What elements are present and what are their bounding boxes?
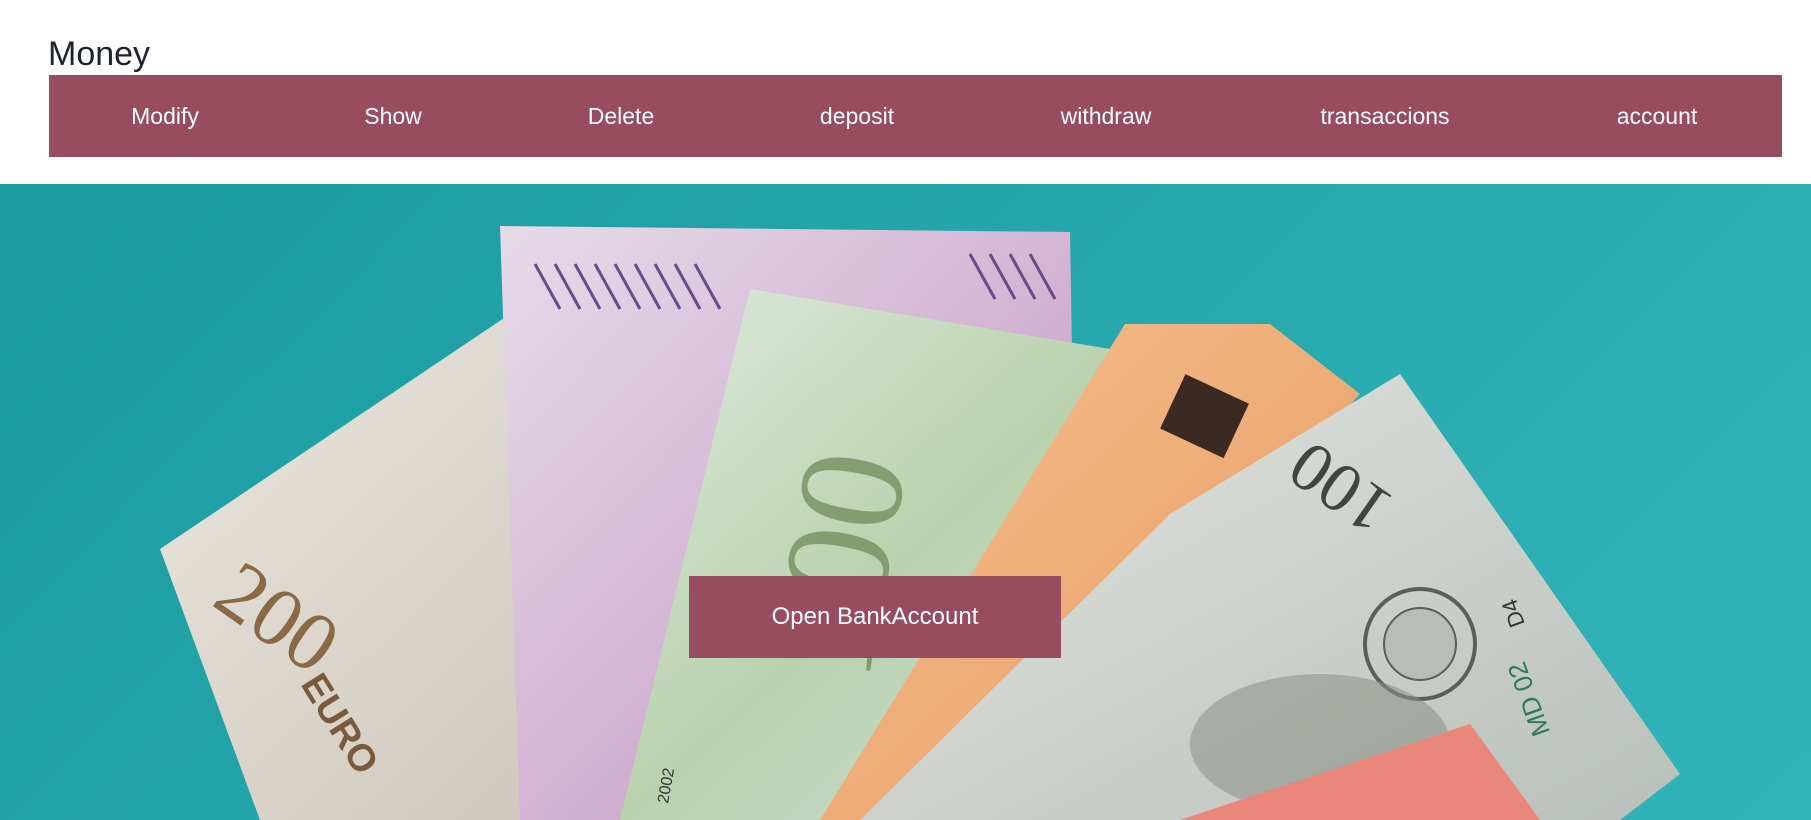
nav-account[interactable]: account — [1605, 75, 1710, 157]
hero-banner: 200 EURO 500 — [0, 184, 1811, 820]
nav-delete[interactable]: Delete — [576, 75, 666, 157]
nav-transaccions[interactable]: transaccions — [1308, 75, 1461, 157]
nav-modify[interactable]: Modify — [119, 75, 211, 157]
nav-deposit[interactable]: deposit — [808, 75, 906, 157]
nav-show[interactable]: Show — [352, 75, 434, 157]
banknotes-image: 200 EURO 500 — [160, 226, 1680, 820]
page-header: Money Modify Show Delete deposit withdra… — [0, 0, 1811, 184]
nav-withdraw[interactable]: withdraw — [1049, 75, 1164, 157]
open-bank-account-button[interactable]: Open BankAccount — [689, 576, 1061, 658]
main-nav: Modify Show Delete deposit withdraw tran… — [49, 75, 1782, 157]
app-title: Money — [48, 35, 151, 73]
